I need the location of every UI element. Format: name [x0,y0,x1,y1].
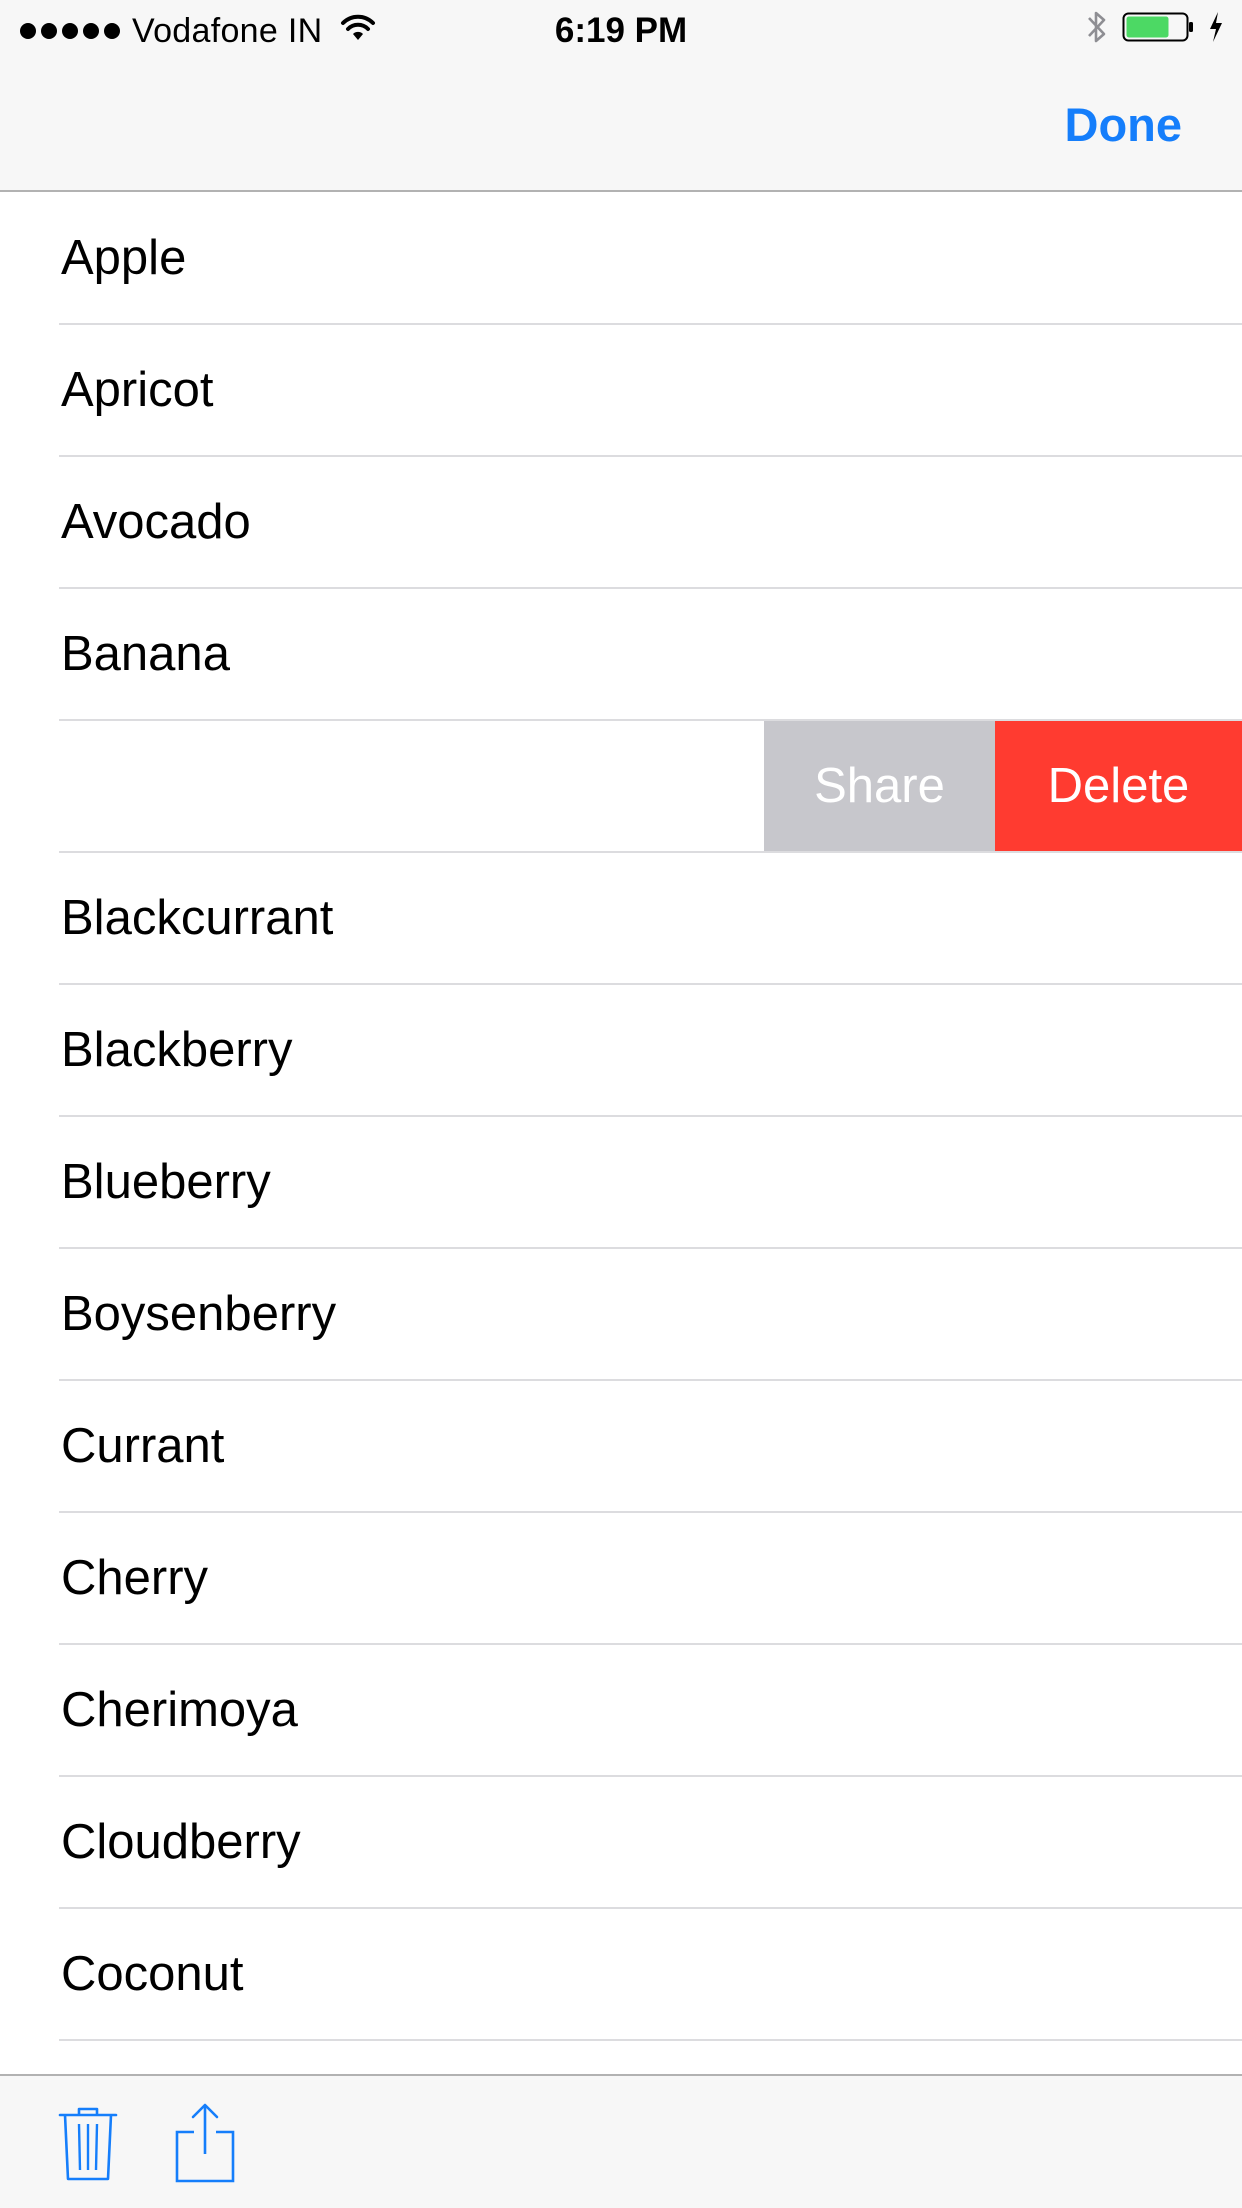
navigation-bar: Done [0,62,1242,192]
fruit-list: Apple Apricot Avocado Banana Share Delet… [0,193,1242,2041]
list-item-label: Blackcurrant [61,891,334,945]
list-item[interactable]: Coconut [0,1909,1242,2041]
list-item-label: Cherry [61,1551,209,1605]
list-item-label: Apricot [61,363,214,417]
bluetooth-icon [1086,8,1108,55]
list-item[interactable]: Apricot [0,325,1242,457]
list-item[interactable]: Cherimoya [0,1645,1242,1777]
list-item-label: Cloudberry [61,1815,301,1869]
list-item[interactable]: Blueberry [0,1117,1242,1249]
battery-icon [1122,11,1194,52]
delete-action-button[interactable]: Delete [995,721,1242,851]
status-bar: Vodafone IN 6:19 PM [0,0,1242,62]
list-item[interactable]: Apple [0,193,1242,325]
trash-icon[interactable] [58,2106,118,2187]
list-item-label: Blueberry [61,1155,271,1209]
list-item-label: Banana [61,627,230,681]
list-item[interactable]: Cherry [0,1513,1242,1645]
list-item-label: Boysenberry [61,1287,337,1341]
list-item-label: Cherimoya [61,1683,298,1737]
share-action-button[interactable]: Share [764,721,995,851]
list-item[interactable]: Cloudberry [0,1777,1242,1909]
share-icon[interactable] [174,2102,236,2189]
done-button[interactable]: Done [1065,92,1183,158]
list-item-label: Avocado [61,495,251,549]
charging-bolt-icon [1208,11,1224,52]
list-item[interactable]: Boysenberry [0,1249,1242,1381]
list-item-label: Apple [61,231,187,285]
list-item[interactable]: Avocado [0,457,1242,589]
list-item[interactable]: Blackcurrant [0,853,1242,985]
list-item-label: Coconut [61,1947,244,2001]
status-time: 6:19 PM [554,11,688,50]
list-item-label: Blackberry [61,1023,293,1077]
swipe-actions: Share Delete [764,721,1242,851]
list-item[interactable]: Blackberry [0,985,1242,1117]
list-item-label: Currant [61,1419,225,1473]
list-item[interactable]: Banana [0,589,1242,721]
bottom-toolbar [0,2074,1242,2208]
row-separator [59,2039,1242,2041]
list-item-swiped[interactable]: Share Delete [0,721,1242,853]
status-right [1086,10,1224,52]
list-item[interactable]: Currant [0,1381,1242,1513]
